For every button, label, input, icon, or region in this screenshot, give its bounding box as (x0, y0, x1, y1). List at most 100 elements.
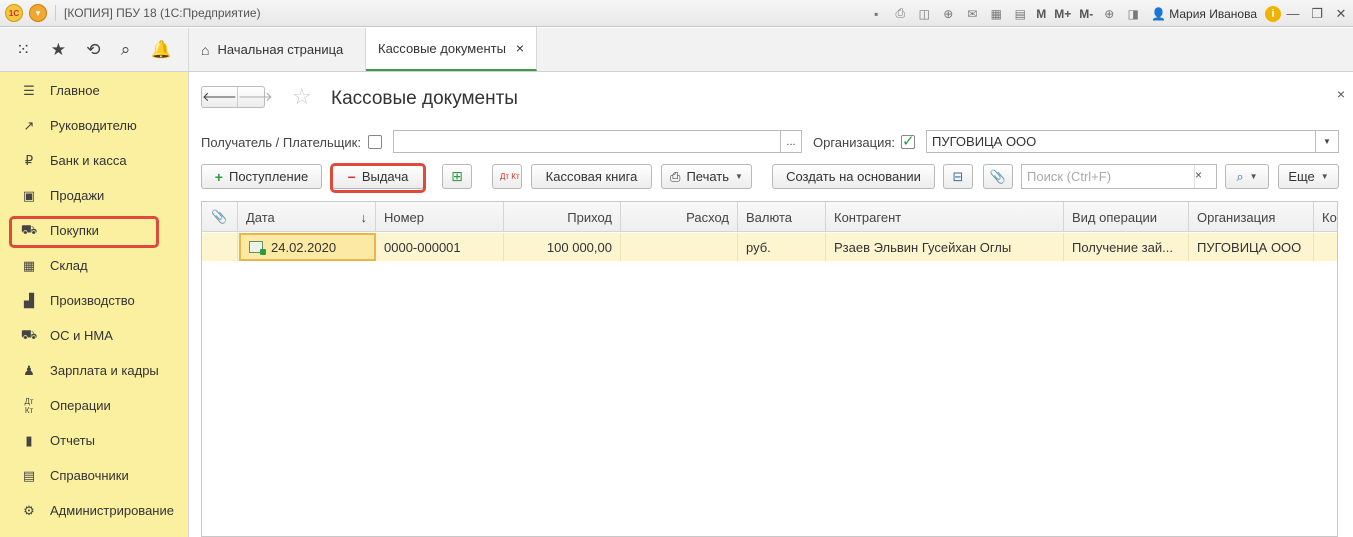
document-add-icon: ⊞ (451, 168, 463, 184)
zoom-icon[interactable]: ⊕ (1099, 4, 1119, 24)
apps-grid-icon[interactable]: ⁙ (16, 40, 30, 60)
sidebar-item-manager[interactable]: ↗ Руководителю (0, 108, 189, 143)
table-header: 📎 Дата ↓ Номер Приход Расход Валюта Конт… (202, 202, 1337, 232)
number-cell[interactable]: 0000-000001 (376, 233, 504, 261)
save-icon[interactable]: ▪ (866, 4, 886, 24)
payer-field[interactable] (393, 130, 781, 153)
button-label: Создать на основании (786, 169, 921, 184)
forward-arrow-icon[interactable]: 🡒 (236, 87, 273, 107)
search-icon[interactable]: ⌕ (121, 40, 131, 60)
print-button[interactable]: ⎙ Печать ▼ (661, 164, 752, 189)
memory-plus-button[interactable]: M+ (1052, 4, 1073, 24)
title-toolbar: ▪ ⎙ ◫ ⊕ ✉ ▦ ▤ M M+ M- ⊕ ◨ 👤 Мария Иванов… (864, 0, 1353, 27)
memory-minus-button[interactable]: M- (1077, 4, 1095, 24)
sidebar-item-sales[interactable]: ▣ Продажи (0, 178, 189, 213)
menu-icon: ☰ (23, 82, 35, 98)
favorite-star-icon[interactable]: ☆ (292, 84, 312, 110)
tab-home[interactable]: ⌂ Начальная страница (189, 28, 366, 71)
sidebar-item-label: Главное (50, 83, 100, 98)
calculator-icon[interactable]: ▦ (986, 4, 1006, 24)
extra-cell[interactable] (1314, 233, 1337, 261)
column-header-organization[interactable]: Организация (1189, 202, 1314, 232)
mail-icon[interactable]: ✉ (962, 4, 982, 24)
tab-cash-documents[interactable]: Кассовые документы × (366, 27, 538, 71)
sidebar-item-directories[interactable]: ▤ Справочники (0, 458, 189, 493)
table-row[interactable]: 24.02.2020 0000-000001 100 000,00 руб. Р… (202, 233, 1337, 261)
structure-button[interactable]: ⊟ (943, 164, 973, 189)
create-based-on-button[interactable]: Создать на основании (772, 164, 935, 189)
memory-button[interactable]: M (1034, 4, 1048, 24)
sidebar-item-main[interactable]: ☰ Главное (0, 73, 189, 108)
operation-cell[interactable]: Получение зай... (1064, 233, 1189, 261)
notifications-bell-icon[interactable]: 🔔 (151, 40, 172, 60)
payer-checkbox[interactable] (368, 135, 382, 149)
posted-document-icon (249, 241, 266, 255)
print-icon[interactable]: ⎙ (890, 4, 910, 24)
organization-dropdown-icon[interactable]: ▼ (1315, 130, 1339, 153)
dt-kt-button[interactable]: Дт Кт (492, 164, 522, 189)
organization-field[interactable]: ПУГОВИЦА ООО (926, 130, 1316, 153)
payer-select-button[interactable]: ... (780, 130, 802, 153)
column-header-date[interactable]: Дата ↓ (238, 202, 376, 232)
clear-search-icon[interactable]: × (1195, 168, 1202, 182)
user-menu[interactable]: 👤 Мария Иванова (1151, 7, 1257, 21)
minimize-icon[interactable]: — (1281, 4, 1305, 24)
person-icon: ♟ (23, 362, 35, 378)
truck-icon: ⛟ (20, 326, 38, 342)
column-header-expense[interactable]: Расход (621, 202, 738, 232)
income-cell[interactable]: 100 000,00 (504, 233, 621, 261)
sidebar-item-reports[interactable]: ▮ Отчеты (0, 423, 189, 458)
quick-panel: ⁙ ★ ⟲ ⌕ 🔔 (0, 28, 189, 72)
more-button[interactable]: Еще ▼ (1278, 164, 1339, 189)
button-label: Кассовая книга (545, 169, 638, 184)
sidebar-item-warehouse[interactable]: ▦ Склад (0, 248, 189, 283)
favorites-star-icon[interactable]: ★ (51, 40, 66, 60)
sidebar-item-salary[interactable]: ♟ Зарплата и кадры (0, 353, 189, 388)
history-icon[interactable]: ⟲ (86, 40, 100, 60)
organization-cell[interactable]: ПУГОВИЦА ООО (1189, 233, 1314, 261)
sidebar-item-admin[interactable]: ⚙ Администрирование (0, 493, 189, 528)
preview-icon[interactable]: ◫ (914, 4, 934, 24)
sidebar-item-label: Справочники (50, 468, 129, 483)
tab-close-icon[interactable]: × (516, 40, 524, 56)
main-content: 🡐 🡒 ☆ Кассовые документы × Получатель / … (189, 72, 1353, 537)
sidebar-item-bank[interactable]: ₽ Банк и касса (0, 143, 189, 178)
cash-book-button[interactable]: Кассовая книга (531, 164, 652, 189)
attach-icon[interactable]: ⊕ (938, 4, 958, 24)
column-header-operation[interactable]: Вид операции (1064, 202, 1189, 232)
sidebar-item-production[interactable]: ▟ Производство (0, 283, 189, 318)
column-header-number[interactable]: Номер (376, 202, 504, 232)
sidebar-item-label: Банк и касса (50, 153, 127, 168)
title-bar: 1С ▾ [КОПИЯ] ПБУ 18 (1С:Предприятие) ▪ ⎙… (0, 0, 1353, 27)
calendar-icon[interactable]: ▤ (1010, 4, 1030, 24)
back-arrow-icon[interactable]: 🡐 (202, 87, 237, 107)
currency-cell[interactable]: руб. (738, 233, 826, 261)
add-copy-button[interactable]: ⊞ (442, 164, 472, 189)
receipt-button[interactable]: + Поступление (201, 164, 322, 189)
organization-checkbox[interactable] (901, 132, 915, 150)
panel-icon[interactable]: ◨ (1123, 4, 1143, 24)
column-header-extra[interactable]: Ко (1314, 202, 1337, 232)
expense-cell[interactable] (621, 233, 738, 261)
close-window-icon[interactable]: ✕ (1329, 4, 1353, 24)
column-header-currency[interactable]: Валюта (738, 202, 826, 232)
date-cell[interactable]: 24.02.2020 (239, 233, 376, 261)
restore-icon[interactable]: ❐ (1305, 4, 1329, 24)
sidebar-item-operations[interactable]: Дт Кт Операции (0, 388, 189, 423)
tab-label: Кассовые документы (378, 40, 506, 56)
column-header-counterparty[interactable]: Контрагент (826, 202, 1064, 232)
cell-value: 24.02.2020 (271, 239, 337, 255)
sidebar-item-label: Зарплата и кадры (50, 363, 159, 378)
sidebar-item-fixed-assets[interactable]: ⛟ ОС и НМА (0, 318, 189, 353)
counterparty-cell[interactable]: Рзаев Эльвин Гусейхан Оглы (826, 233, 1064, 261)
column-header-income[interactable]: Приход (504, 202, 621, 232)
info-icon[interactable]: i (1265, 5, 1281, 22)
main-menu-icon[interactable]: ▾ (29, 4, 47, 22)
search-button[interactable]: ⌕ ▼ (1225, 164, 1269, 189)
attachment-column-icon[interactable]: 📎 (202, 202, 238, 232)
home-icon: ⌂ (201, 41, 210, 58)
attachments-button[interactable]: 📎 (983, 164, 1013, 189)
close-form-icon[interactable]: × (1337, 86, 1345, 102)
search-input[interactable]: Поиск (Ctrl+F) (1021, 164, 1217, 189)
printer-icon: ⎙ (670, 168, 681, 184)
